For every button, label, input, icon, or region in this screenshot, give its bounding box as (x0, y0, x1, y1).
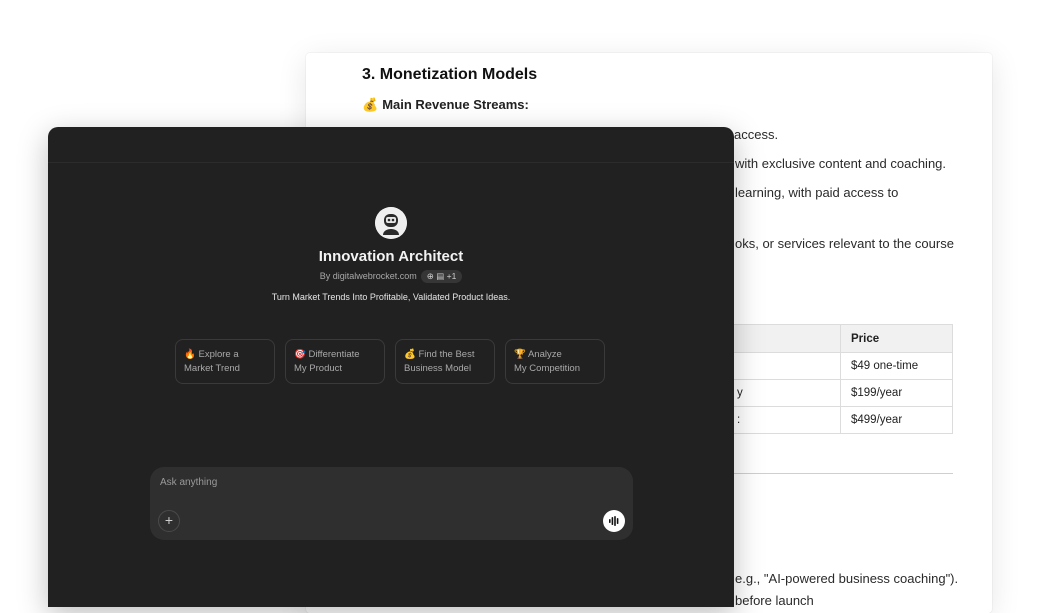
gpt-byline: By digitalwebrocket.com ⊕ ▤ +1 (48, 270, 734, 283)
gpt-tagline: Turn Market Trends Into Profitable, Vali… (271, 292, 511, 302)
starter-text: Explore a (198, 349, 239, 360)
fire-icon: 🔥 (184, 349, 196, 360)
starter-text: Business Model (404, 363, 472, 374)
doc-line: with exclusive content and coaching. (735, 156, 947, 171)
starter-line: 🏆 Analyze (514, 348, 596, 362)
target-icon: 🎯 (294, 349, 306, 360)
robot-icon (375, 207, 407, 239)
section-heading: 3. Monetization Models (362, 66, 538, 83)
gpt-title: Innovation Architect (318, 248, 464, 265)
starter-differentiate[interactable]: 🎯 Differentiate My Product (285, 339, 385, 384)
table-header-cell (726, 324, 841, 353)
doc-line: before launch (735, 593, 814, 608)
pricing-table: Price $49 one-time y $199/year : $499/ye… (726, 324, 953, 434)
gpt-chat-panel: Innovation Architect By digitalwebrocket… (48, 127, 734, 607)
message-composer[interactable]: Ask anything + (150, 467, 633, 540)
doc-line: e.g., "AI-powered business coaching"). (735, 571, 959, 586)
subheading-text: Main Revenue Streams: (382, 97, 529, 112)
author-link[interactable]: By digitalwebrocket.com (320, 271, 417, 281)
conversation-starters: 🔥 Explore a Market Trend 🎯 Differentiate… (175, 339, 605, 384)
table-cell: $49 one-time (840, 352, 953, 380)
table-header-row: Price (726, 324, 953, 353)
starter-line: 🎯 Differentiate (294, 348, 376, 362)
plus-icon[interactable]: + (158, 510, 180, 532)
starter-line: 💰 Find the Best (404, 348, 486, 362)
composer-placeholder[interactable]: Ask anything (160, 477, 217, 488)
doc-line: learning, with paid access to (735, 185, 899, 200)
money-bag-icon: 💰 (362, 97, 379, 112)
gpt-avatar (375, 207, 407, 239)
starter-text: Market Trend (184, 363, 240, 374)
money-bag-icon: 💰 (404, 349, 416, 360)
table-cell (726, 352, 841, 380)
trophy-icon: 🏆 (514, 349, 526, 360)
starter-line: 🔥 Explore a (184, 348, 266, 362)
table-row: y $199/year (726, 379, 953, 407)
starter-text: My Product (294, 363, 343, 374)
table-cell: : (726, 406, 841, 434)
divider (726, 473, 953, 474)
header-divider (48, 162, 734, 163)
starter-business-model[interactable]: 💰 Find the Best Business Model (395, 339, 495, 384)
doc-line: access. (734, 127, 779, 142)
starter-text: My Competition (514, 363, 580, 374)
table-cell: $499/year (840, 406, 953, 434)
starter-text: Analyze (527, 349, 562, 360)
doc-line: oks, or services relevant to the course (735, 236, 954, 251)
table-row: : $499/year (726, 406, 953, 434)
links-chip[interactable]: ⊕ ▤ +1 (420, 270, 463, 283)
voice-mode-button[interactable] (603, 510, 625, 532)
starter-analyze-competition[interactable]: 🏆 Analyze My Competition (505, 339, 605, 384)
starter-text: Differentiate (308, 349, 360, 360)
table-header-cell: Price (840, 324, 953, 353)
table-cell: $199/year (840, 379, 953, 407)
table-cell: y (726, 379, 841, 407)
subheading: 💰 Main Revenue Streams: (362, 97, 529, 113)
starter-text: Find the Best (418, 349, 475, 360)
voice-waveform-icon (609, 516, 619, 526)
starter-explore-trend[interactable]: 🔥 Explore a Market Trend (175, 339, 275, 384)
table-row: $49 one-time (726, 352, 953, 380)
